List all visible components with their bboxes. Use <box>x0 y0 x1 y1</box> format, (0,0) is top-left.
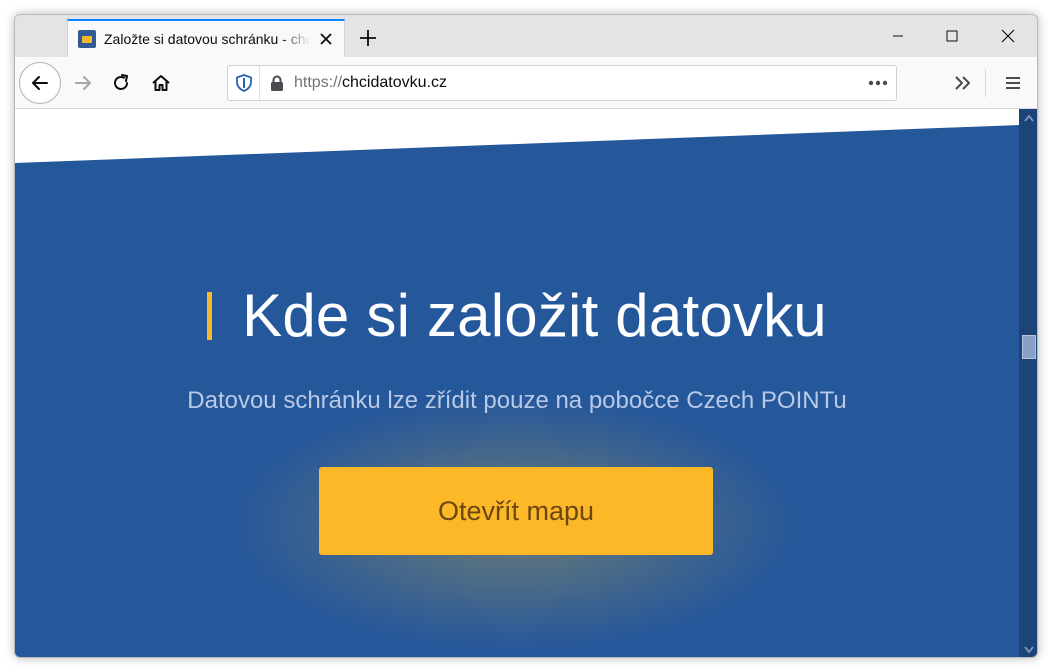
plus-icon <box>360 30 376 46</box>
open-map-button[interactable]: Otevřít mapu <box>319 467 713 555</box>
scroll-up-button[interactable] <box>1019 109 1037 127</box>
hero-heading: Kde si založit datovku <box>15 281 1019 350</box>
forward-button[interactable] <box>65 65 101 101</box>
more-icon <box>868 80 888 86</box>
chevron-down-icon <box>1024 646 1034 654</box>
tab-title: Založte si datovou schránku - chcidatovk… <box>104 31 310 47</box>
reload-icon <box>114 74 128 90</box>
url-scheme: https:// <box>294 74 343 91</box>
address-bar[interactable]: https://chcidatovku.cz <box>227 65 897 101</box>
menu-icon <box>1006 77 1020 89</box>
tracking-protection-button[interactable] <box>228 66 260 100</box>
window-close-button[interactable] <box>985 21 1031 51</box>
scrollbar-thumb[interactable] <box>1022 335 1036 359</box>
app-menu-button[interactable] <box>995 65 1031 101</box>
close-icon <box>320 33 332 45</box>
url-host: chcidatovku.cz <box>342 74 447 91</box>
page-title: Kde si založit datovku <box>242 282 827 349</box>
reload-button[interactable] <box>103 65 139 101</box>
overflow-menu-button[interactable] <box>945 65 981 101</box>
site-info-button[interactable] <box>260 66 294 100</box>
heading-accent-bar <box>207 291 213 340</box>
home-icon <box>152 75 170 91</box>
chevrons-right-icon <box>955 76 970 90</box>
new-tab-button[interactable] <box>353 23 383 53</box>
tab-active[interactable]: Založte si datovou schránku - chcidatovk… <box>67 19 345 57</box>
maximize-button[interactable] <box>929 21 975 51</box>
hero-subtitle: Datovou schránku lze zřídit pouze na pob… <box>187 387 847 414</box>
arrow-right-icon <box>75 76 91 90</box>
home-button[interactable] <box>143 65 179 101</box>
close-tab-button[interactable] <box>316 29 336 49</box>
scroll-down-button[interactable] <box>1019 641 1037 657</box>
chevron-up-icon <box>1024 114 1034 122</box>
page-content: Kde si založit datovku Datovou schránku … <box>15 109 1019 657</box>
close-icon <box>1001 29 1015 43</box>
browser-window: Založte si datovou schránku - chcidatovk… <box>14 14 1038 658</box>
minimize-button[interactable] <box>875 21 921 51</box>
shield-icon <box>235 74 252 92</box>
datovka-favicon-icon <box>78 30 96 48</box>
maximize-icon <box>946 30 958 42</box>
vertical-scrollbar[interactable] <box>1019 109 1037 657</box>
minimize-icon <box>893 35 903 37</box>
url-text[interactable]: https://chcidatovku.cz <box>294 74 860 92</box>
arrow-left-icon <box>32 76 48 90</box>
toolbar-separator <box>985 69 986 97</box>
back-button[interactable] <box>19 62 61 104</box>
navigation-toolbar: https://chcidatovku.cz <box>15 57 1037 109</box>
tab-strip: Založte si datovou schránku - chcidatovk… <box>15 15 1037 57</box>
page-actions-button[interactable] <box>860 66 896 100</box>
lock-icon <box>271 75 283 91</box>
